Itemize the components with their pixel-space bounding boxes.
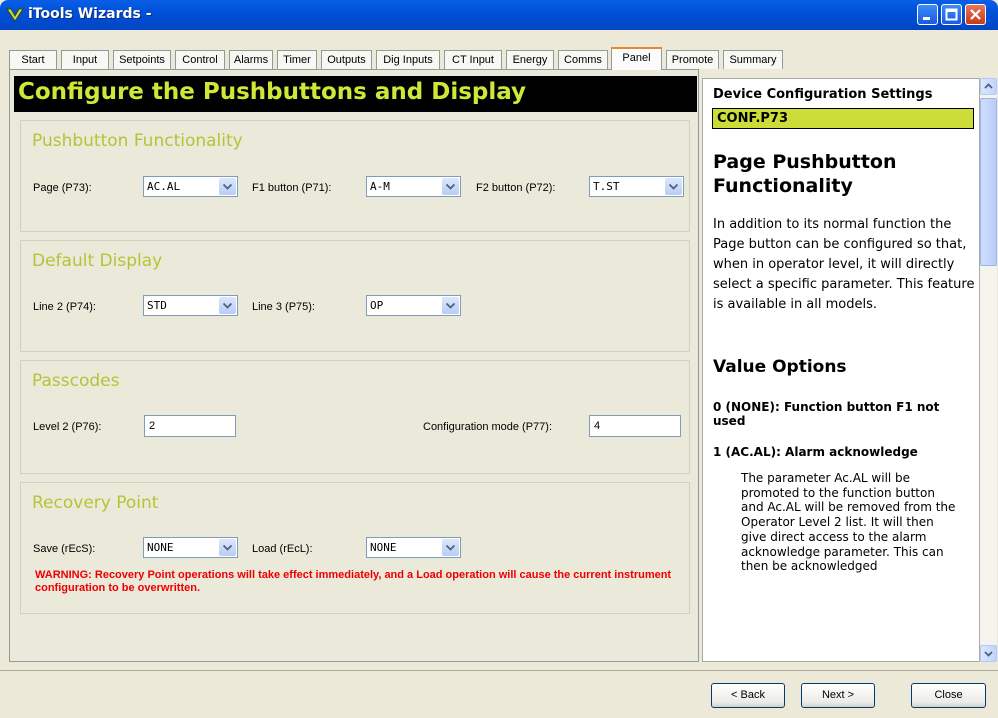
line3-select[interactable]: OP [366, 295, 461, 316]
level2-passcode-value: 2 [149, 420, 156, 432]
title-bar: iTools Wizards - [0, 0, 998, 30]
help-title: Page Pushbutton Functionality [713, 151, 897, 197]
tab-timer[interactable]: Timer [277, 50, 317, 69]
save-select[interactable]: NONE [143, 537, 238, 558]
tab-summary[interactable]: Summary [723, 50, 783, 69]
app-icon [6, 8, 24, 22]
page-select[interactable]: AC.AL [143, 176, 238, 197]
close-window-button[interactable] [965, 4, 986, 25]
tab-panel[interactable]: Panel [611, 47, 662, 70]
f2-select-value: T.ST [593, 180, 620, 193]
tab-control[interactable]: Control [175, 50, 225, 69]
config-mode-passcode-input[interactable]: 4 [589, 415, 681, 437]
pushbutton-group-title: Pushbutton Functionality [32, 131, 243, 151]
help-value-options-heading: Value Options [713, 357, 847, 377]
save-select-value: NONE [147, 541, 174, 554]
help-body: In addition to its normal function the P… [713, 217, 975, 312]
scroll-down-button[interactable] [980, 645, 997, 662]
page-header: Configure the Pushbuttons and Display [14, 76, 697, 112]
f1-button-select[interactable]: A-M [366, 176, 461, 197]
help-parameter-code: CONF.P73 [712, 108, 974, 129]
minimize-button[interactable] [917, 4, 938, 25]
help-option-1-description: The parameter Ac.AL will be promoted to … [741, 471, 956, 574]
pushbutton-group: Pushbutton Functionality Page (P73): AC.… [20, 120, 690, 232]
line2-select-value: STD [147, 299, 167, 312]
passcodes-group-title: Passcodes [32, 371, 120, 391]
f1-button-label: F1 button (P71): [252, 182, 332, 194]
help-scrollbar[interactable] [980, 78, 997, 662]
chevron-down-icon [665, 178, 682, 195]
scroll-up-button[interactable] [980, 78, 997, 95]
help-option-0: 0 (NONE): Function button F1 not used [713, 400, 940, 428]
level2-passcode-input[interactable]: 2 [144, 415, 236, 437]
line2-label: Line 2 (P74): [33, 301, 96, 313]
chevron-down-icon [442, 539, 459, 556]
tab-outputs[interactable]: Outputs [321, 50, 372, 69]
chevron-down-icon [219, 178, 236, 195]
tab-alarms[interactable]: Alarms [229, 50, 273, 69]
recovery-point-group: Recovery Point Save (rEcS): NONE Load (r… [20, 482, 690, 614]
chevron-down-icon [442, 178, 459, 195]
chevron-down-icon [219, 297, 236, 314]
line3-label: Line 3 (P75): [252, 301, 315, 313]
scrollbar-thumb[interactable] [980, 98, 997, 266]
default-display-group-title: Default Display [32, 251, 163, 271]
back-button[interactable]: < Back [711, 683, 785, 708]
help-panel: Device Configuration Settings CONF.P73 P… [702, 78, 980, 662]
page-title: Configure the Pushbuttons and Display [18, 79, 527, 105]
window-title: iTools Wizards - [28, 6, 152, 22]
close-button[interactable]: Close [911, 683, 986, 708]
chevron-down-icon [442, 297, 459, 314]
help-settings-title: Device Configuration Settings [713, 87, 933, 102]
page-select-value: AC.AL [147, 180, 181, 193]
next-button[interactable]: Next > [801, 683, 875, 708]
level2-label: Level 2 (P76): [33, 421, 102, 433]
default-display-group: Default Display Line 2 (P74): STD Line 3… [20, 240, 690, 352]
load-select-value: NONE [370, 541, 397, 554]
page-label: Page (P73): [33, 182, 92, 194]
help-option-1: 1 (AC.AL): Alarm acknowledge [713, 445, 918, 459]
f1-select-value: A-M [370, 180, 390, 193]
tab-promote[interactable]: Promote [666, 50, 719, 69]
load-select[interactable]: NONE [366, 537, 461, 558]
tab-setpoints[interactable]: Setpoints [113, 50, 171, 69]
maximize-button[interactable] [941, 4, 962, 25]
tab-ct-input[interactable]: CT Input [444, 50, 502, 69]
line2-select[interactable]: STD [143, 295, 238, 316]
tab-input[interactable]: Input [61, 50, 109, 69]
config-mode-passcode-value: 4 [594, 420, 601, 432]
passcodes-group: Passcodes Level 2 (P76): 2 Configuration… [20, 360, 690, 474]
tab-energy[interactable]: Energy [506, 50, 554, 69]
f2-button-select[interactable]: T.ST [589, 176, 684, 197]
recovery-point-group-title: Recovery Point [32, 493, 159, 513]
footer-separator [0, 670, 998, 671]
save-label: Save (rEcS): [33, 543, 96, 555]
chevron-down-icon [219, 539, 236, 556]
tab-start[interactable]: Start [9, 50, 57, 69]
load-label: Load (rEcL): [252, 543, 313, 555]
recovery-warning: WARNING: Recovery Point operations will … [35, 569, 672, 594]
line3-select-value: OP [370, 299, 384, 312]
config-mode-label: Configuration mode (P77): [423, 421, 553, 433]
tab-comms[interactable]: Comms [558, 50, 608, 69]
f2-button-label: F2 button (P72): [476, 182, 556, 194]
tab-dig-inputs[interactable]: Dig Inputs [376, 50, 440, 69]
